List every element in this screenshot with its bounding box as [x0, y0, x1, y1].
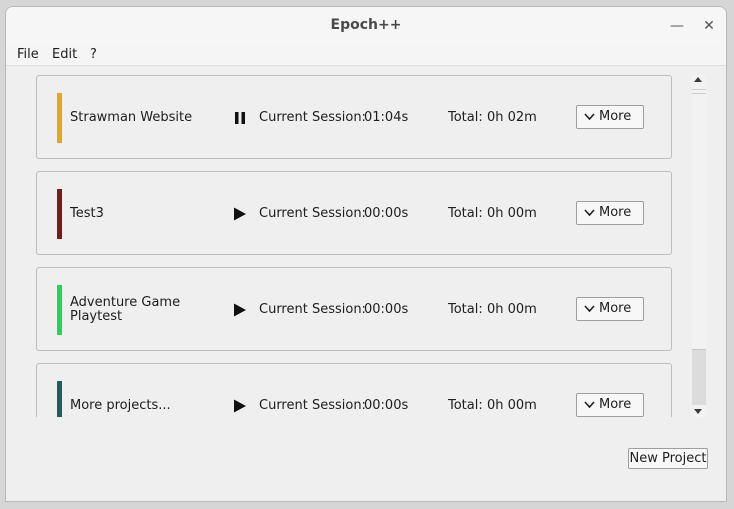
more-label: More — [599, 205, 632, 220]
window-title: Epoch++ — [330, 17, 402, 33]
total-label: Total: — [448, 110, 483, 125]
app-window: Epoch++ — ✕ File Edit ? Strawman Website… — [5, 6, 727, 502]
project-card: Strawman Website Current Session: 01:04s… — [36, 75, 672, 159]
total-value: 0h 00m — [487, 302, 537, 317]
total-value: 0h 02m — [487, 110, 537, 125]
scroll-down-arrow-icon[interactable] — [694, 409, 702, 414]
more-label: More — [599, 397, 632, 412]
more-label: More — [599, 109, 632, 124]
total-label: Total: — [448, 398, 483, 413]
close-button[interactable]: ✕ — [698, 15, 720, 37]
pause-icon[interactable] — [233, 111, 247, 125]
project-name: Test3 — [70, 206, 104, 221]
project-color-bar — [57, 93, 62, 143]
chevron-down-icon — [584, 401, 595, 409]
new-project-button[interactable]: New Project — [628, 448, 708, 469]
menu-help[interactable]: ? — [90, 47, 97, 62]
menu-file[interactable]: File — [17, 47, 39, 62]
more-button[interactable]: More — [576, 297, 644, 321]
project-list: Strawman Website Current Session: 01:04s… — [34, 69, 674, 417]
scroll-thumb[interactable] — [692, 349, 706, 405]
total-label: Total: — [448, 302, 483, 317]
session-label: Current Session: — [259, 302, 366, 317]
more-button[interactable]: More — [576, 201, 644, 225]
project-name: Adventure Game Playtest — [70, 295, 181, 324]
session-value: 00:00s — [364, 206, 409, 221]
play-icon[interactable] — [233, 207, 247, 221]
project-name: More projects... — [70, 398, 171, 413]
title-bar[interactable]: Epoch++ — ✕ — [6, 7, 726, 46]
minimize-button[interactable]: — — [666, 15, 688, 37]
play-icon[interactable] — [233, 303, 247, 317]
play-icon[interactable] — [233, 399, 247, 413]
total-value: 0h 00m — [487, 398, 537, 413]
session-value: 00:00s — [364, 398, 409, 413]
project-color-bar — [57, 285, 62, 335]
chevron-down-icon — [584, 209, 595, 217]
session-value: 00:00s — [364, 302, 409, 317]
session-label: Current Session: — [259, 398, 366, 413]
more-label: More — [599, 301, 632, 316]
project-name: Strawman Website — [70, 110, 193, 125]
project-card: Test3 Current Session: 00:00s Total: 0h … — [36, 171, 672, 255]
total-label: Total: — [448, 206, 483, 221]
session-value: 01:04s — [364, 110, 409, 125]
project-card: More projects... Current Session: 00:00s… — [36, 363, 672, 417]
project-color-bar — [57, 381, 62, 417]
more-button[interactable]: More — [576, 105, 644, 129]
session-label: Current Session: — [259, 110, 366, 125]
menu-edit[interactable]: Edit — [52, 47, 77, 62]
scroll-up-arrow-icon[interactable] — [694, 77, 702, 82]
vertical-scrollbar[interactable] — [692, 75, 706, 417]
chevron-down-icon — [584, 305, 595, 313]
scroll-track[interactable] — [692, 89, 706, 94]
total-value: 0h 00m — [487, 206, 537, 221]
session-label: Current Session: — [259, 206, 366, 221]
chevron-down-icon — [584, 113, 595, 121]
project-color-bar — [57, 189, 62, 239]
project-card: Adventure Game Playtest Current Session:… — [36, 267, 672, 351]
menu-bar: File Edit ? — [6, 45, 726, 66]
more-button[interactable]: More — [576, 393, 644, 417]
